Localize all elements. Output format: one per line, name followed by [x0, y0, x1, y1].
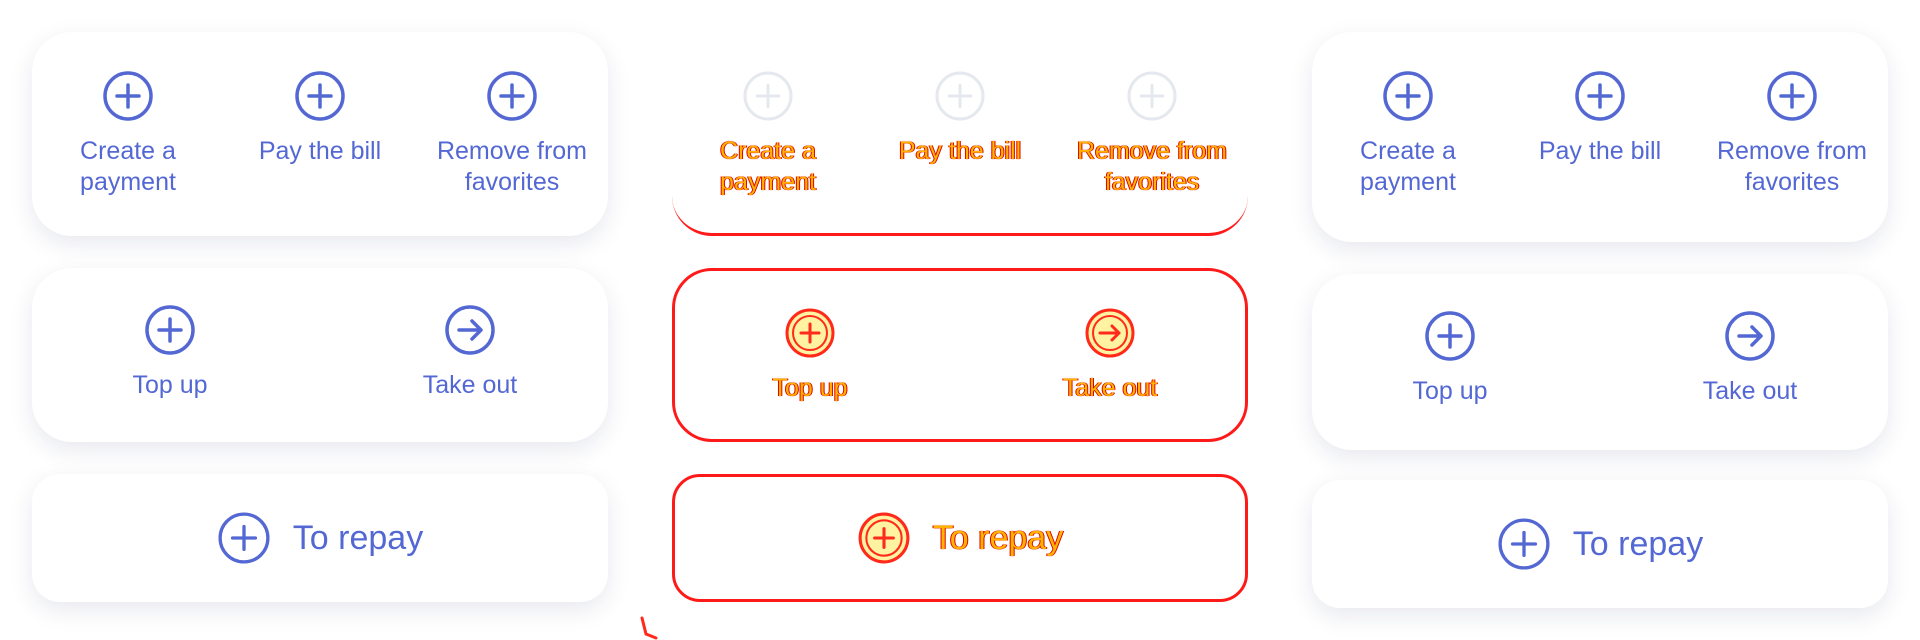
plus-circle-icon: [218, 512, 270, 564]
pay-bill-button[interactable]: Pay the bill: [1515, 70, 1685, 167]
pay-bill-label: Pay the bill: [258, 137, 382, 165]
take-out-label: Take out: [1702, 377, 1798, 405]
repay-card: To repay: [672, 474, 1248, 602]
repay-label: To repay: [1572, 524, 1704, 563]
arrow-right-circle-icon: [445, 305, 495, 355]
take-out-label: Take out: [422, 371, 518, 399]
top-up-button[interactable]: Top up: [1365, 310, 1535, 407]
plus-circle-icon: [487, 71, 537, 121]
repay-card: To repay: [32, 474, 608, 602]
plus-circle-icon: [1383, 71, 1433, 121]
top-up-label: Top up: [132, 371, 208, 399]
plus-circle-icon: [935, 71, 985, 121]
repay-label: To repay: [292, 518, 424, 557]
top-up-label: Top up: [772, 374, 848, 402]
remove-favorites-button[interactable]: Remove from favorites: [1067, 70, 1237, 198]
plus-circle-icon: [145, 305, 195, 355]
pay-bill-button[interactable]: Pay the bill: [875, 70, 1045, 167]
quick-actions-card: Create a payment Pay the bill Remove fro…: [1312, 32, 1888, 242]
plus-circle-icon: [1575, 71, 1625, 121]
plus-circle-icon: [743, 71, 793, 121]
quick-actions-card: Create a payment Pay the bill Remove fro…: [32, 32, 608, 236]
arrow-right-circle-icon: [1085, 308, 1135, 358]
plus-circle-icon: [1425, 311, 1475, 361]
top-up-button[interactable]: Top up: [725, 307, 895, 404]
remove-favorites-label: Remove from favorites: [1716, 137, 1868, 196]
plus-circle-icon: [785, 308, 835, 358]
create-payment-label: Create a payment: [1360, 137, 1456, 196]
plus-circle-icon: [295, 71, 345, 121]
take-out-label: Take out: [1062, 374, 1158, 402]
remove-favorites-label: Remove from favorites: [436, 137, 588, 196]
panel-rendered: Create a payment Pay the bill Remove fro…: [1280, 0, 1920, 640]
remove-favorites-button[interactable]: Remove from favorites: [1707, 70, 1877, 198]
arrow-right-circle-icon: [1725, 311, 1775, 361]
panel-diff: Create a payment Pay the bill Remove fro…: [640, 0, 1280, 640]
pay-bill-label: Pay the bill: [898, 137, 1022, 165]
plus-circle-icon: [858, 512, 910, 564]
pay-bill-button[interactable]: Pay the bill: [235, 70, 405, 167]
quick-actions-card: Create a payment Pay the bill Remove fro…: [672, 32, 1248, 236]
plus-circle-icon: [103, 71, 153, 121]
plus-circle-icon: [1767, 71, 1817, 121]
transfer-card: Top up Take out: [32, 268, 608, 442]
top-up-label: Top up: [1412, 377, 1488, 405]
create-payment-button[interactable]: Create a payment: [1323, 70, 1493, 198]
repay-label: To repay: [932, 518, 1064, 557]
plus-circle-icon: [1127, 71, 1177, 121]
diff-artifact-mark: [640, 616, 658, 640]
repay-card: To repay: [1312, 480, 1888, 608]
create-payment-label: Create a payment: [720, 137, 816, 196]
repay-button[interactable]: To repay: [857, 511, 1063, 565]
take-out-button[interactable]: Take out: [385, 304, 555, 401]
transfer-card: Top up Take out: [1312, 274, 1888, 450]
plus-circle-icon: [1498, 518, 1550, 570]
top-up-button[interactable]: Top up: [85, 304, 255, 401]
take-out-button[interactable]: Take out: [1665, 310, 1835, 407]
remove-favorites-button[interactable]: Remove from favorites: [427, 70, 597, 198]
take-out-button[interactable]: Take out: [1025, 307, 1195, 404]
create-payment-button[interactable]: Create a payment: [683, 70, 853, 198]
pay-bill-label: Pay the bill: [1538, 137, 1662, 165]
remove-favorites-label: Remove from favorites: [1076, 137, 1228, 196]
panel-original: Create a payment Pay the bill Remove fro…: [0, 0, 640, 640]
create-payment-label: Create a payment: [80, 137, 176, 196]
create-payment-button[interactable]: Create a payment: [43, 70, 213, 198]
repay-button[interactable]: To repay: [1497, 517, 1703, 571]
repay-button[interactable]: To repay: [217, 511, 423, 565]
transfer-card: Top up Take out: [672, 268, 1248, 442]
